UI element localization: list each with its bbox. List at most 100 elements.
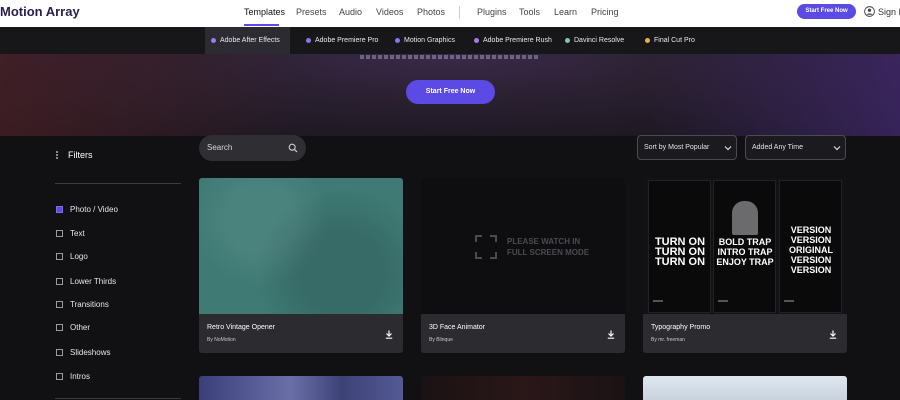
filters-bottom-divider xyxy=(55,398,181,399)
template-card-thumbnail-partial[interactable] xyxy=(199,376,403,400)
search-placeholder: Search xyxy=(207,143,233,152)
checkbox-icon[interactable] xyxy=(56,253,63,260)
thumbnail-panel: VERSION VERSION ORIGINAL VERSION VERSION xyxy=(779,180,842,313)
hero-glow-left xyxy=(0,54,300,136)
template-thumbnail[interactable] xyxy=(199,178,403,314)
filter-other[interactable]: Other xyxy=(56,323,90,332)
nav-tools[interactable]: Tools xyxy=(519,7,540,17)
template-thumbnail[interactable]: TURN ON TURN ON TURN ON BOLD TRAP INTRO … xyxy=(643,178,847,314)
search-icon[interactable] xyxy=(288,143,298,153)
sign-in-link[interactable]: Sign I xyxy=(878,7,900,17)
thumbnail-text: BOLD TRAP INTRO TRAP ENJOY TRAP xyxy=(716,237,774,267)
sort-select[interactable]: Sort by Most Popular xyxy=(637,135,737,160)
davinci-resolve-dot-icon xyxy=(565,38,570,43)
nav-templates[interactable]: Templates xyxy=(244,7,285,17)
nav-videos[interactable]: Videos xyxy=(376,7,403,17)
date-value: Added Any Time xyxy=(752,144,803,151)
thumbnail-text: VERSION VERSION ORIGINAL VERSION VERSION xyxy=(789,225,833,275)
category-subnav: Adobe After Effects Adobe Premiere Pro M… xyxy=(0,27,900,54)
thumbnail-detail xyxy=(718,300,728,302)
checkbox-checked-icon[interactable] xyxy=(56,206,63,213)
template-card[interactable]: Retro Vintage Opener By NoMotion xyxy=(199,178,403,353)
download-icon[interactable] xyxy=(829,330,837,339)
date-select[interactable]: Added Any Time xyxy=(745,135,846,160)
filter-label: Photo / Video xyxy=(70,205,118,214)
card-author[interactable]: By NoMotion xyxy=(207,337,236,343)
nav-learn[interactable]: Learn xyxy=(554,7,577,17)
download-icon[interactable] xyxy=(607,330,615,339)
filter-icon xyxy=(56,151,58,159)
checkbox-icon[interactable] xyxy=(56,301,63,308)
checkbox-icon[interactable] xyxy=(56,278,63,285)
filter-text[interactable]: Text xyxy=(56,229,85,238)
subnav-label: Adobe After Effects xyxy=(220,37,280,44)
nav-presets[interactable]: Presets xyxy=(296,7,327,17)
template-card[interactable]: TURN ON TURN ON TURN ON BOLD TRAP INTRO … xyxy=(643,178,847,353)
active-tab-indicator xyxy=(244,24,279,26)
checkbox-icon[interactable] xyxy=(56,230,63,237)
card-author[interactable]: By mr. freeman xyxy=(651,337,685,343)
card-author[interactable]: By Blinque xyxy=(429,337,453,343)
card-title[interactable]: 3D Face Animator xyxy=(429,324,485,331)
card-title[interactable]: Retro Vintage Opener xyxy=(207,324,275,331)
hero-cut-off-text xyxy=(360,54,540,59)
nav-photos[interactable]: Photos xyxy=(417,7,445,17)
checkbox-icon[interactable] xyxy=(56,349,63,356)
person-figure xyxy=(732,201,758,235)
final-cut-pro-dot-icon xyxy=(645,38,650,43)
thumbnail-detail xyxy=(784,300,794,302)
filter-slideshows[interactable]: Slideshows xyxy=(56,348,110,357)
filters-title: Filters xyxy=(68,150,93,160)
hero-glow-right xyxy=(650,54,900,136)
sort-value: Sort by Most Popular xyxy=(644,144,710,151)
filter-intros[interactable]: Intros xyxy=(56,372,90,381)
filter-label: Lower Thirds xyxy=(70,277,117,286)
filter-label: Other xyxy=(70,323,91,332)
template-card-thumbnail-partial[interactable] xyxy=(643,376,847,400)
subnav-label: Motion Graphics xyxy=(404,37,455,44)
download-icon[interactable] xyxy=(385,330,393,339)
filter-lower-thirds[interactable]: Lower Thirds xyxy=(56,277,116,286)
filter-photo-video[interactable]: Photo / Video xyxy=(56,205,118,214)
filter-label: Intros xyxy=(70,372,91,381)
template-card[interactable]: PLEASE WATCH IN FULL SCREEN MODE 3D Face… xyxy=(421,178,625,353)
nav-plugins[interactable]: Plugins xyxy=(477,7,507,17)
fullscreen-notice: PLEASE WATCH IN FULL SCREEN MODE xyxy=(507,237,590,257)
chevron-down-icon xyxy=(724,146,732,151)
template-card-thumbnail-partial[interactable] xyxy=(421,376,625,400)
filter-logo[interactable]: Logo xyxy=(56,252,88,261)
subnav-davinci-resolve[interactable]: Davinci Resolve xyxy=(565,27,624,54)
search-input[interactable]: Search xyxy=(199,135,306,161)
subnav-label: Adobe Premiere Pro xyxy=(315,37,379,44)
nav-pricing[interactable]: Pricing xyxy=(591,7,619,17)
premiere-rush-dot-icon xyxy=(474,38,479,43)
subnav-label: Final Cut Pro xyxy=(654,37,695,44)
filter-label: Slideshows xyxy=(70,348,111,357)
subnav-final-cut-pro[interactable]: Final Cut Pro xyxy=(645,27,695,54)
filters-heading[interactable]: Filters xyxy=(56,150,93,160)
top-navigation-bar: Motion Array Templates Presets Audio Vid… xyxy=(0,0,900,27)
filter-transitions[interactable]: Transitions xyxy=(56,300,109,309)
subnav-premiere-pro[interactable]: Adobe Premiere Pro xyxy=(306,27,378,54)
filter-label: Transitions xyxy=(70,300,109,309)
user-icon[interactable] xyxy=(864,6,875,17)
motion-graphics-dot-icon xyxy=(395,38,400,43)
filter-label: Text xyxy=(70,229,85,238)
thumbnail-text: TURN ON TURN ON TURN ON xyxy=(654,236,706,268)
chevron-down-icon xyxy=(833,146,841,151)
thumbnail-panel: BOLD TRAP INTRO TRAP ENJOY TRAP xyxy=(713,180,776,313)
hero-start-free-button[interactable]: Start Free Now xyxy=(406,80,495,104)
card-title[interactable]: Typography Promo xyxy=(651,324,710,331)
thumbnail-panel: TURN ON TURN ON TURN ON xyxy=(648,180,711,313)
subnav-motion-graphics[interactable]: Motion Graphics xyxy=(395,27,455,54)
logo[interactable]: Motion Array xyxy=(0,4,80,19)
subnav-premiere-rush[interactable]: Adobe Premiere Rush xyxy=(474,27,552,54)
checkbox-icon[interactable] xyxy=(56,373,63,380)
nav-audio[interactable]: Audio xyxy=(339,7,362,17)
fullscreen-icon xyxy=(475,235,497,259)
filters-divider xyxy=(55,183,181,184)
start-free-button[interactable]: Start Free Now xyxy=(797,4,856,19)
template-thumbnail[interactable]: PLEASE WATCH IN FULL SCREEN MODE xyxy=(421,178,625,314)
checkbox-icon[interactable] xyxy=(56,324,63,331)
subnav-after-effects[interactable]: Adobe After Effects xyxy=(205,27,290,54)
